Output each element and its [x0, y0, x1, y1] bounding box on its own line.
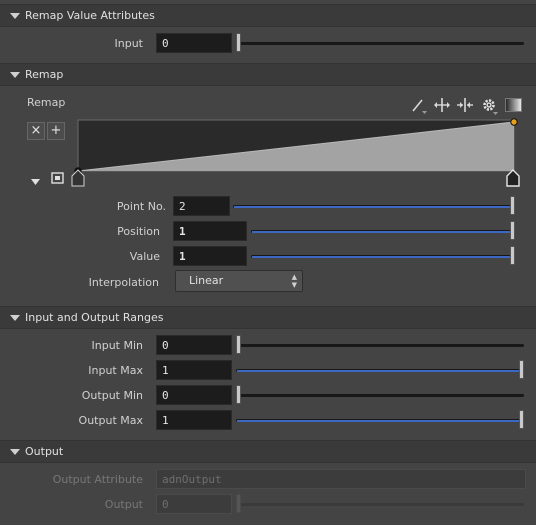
value-field[interactable]: 1 — [173, 246, 247, 266]
output-attribute-label: Output Attribute — [52, 473, 143, 486]
collapse-triangle-icon[interactable] — [10, 449, 20, 455]
input-min-slider[interactable] — [236, 344, 524, 347]
output-field: 0 — [156, 494, 232, 514]
input-min-field[interactable]: 0 — [156, 335, 232, 355]
position-label: Position — [117, 225, 160, 238]
point-no-field[interactable]: 2 — [173, 196, 230, 216]
interpolation-label: Interpolation — [88, 276, 159, 289]
split-icon[interactable] — [456, 97, 474, 116]
collapse-triangle-icon[interactable] — [10, 13, 20, 19]
section-title: Remap Value Attributes — [25, 9, 155, 22]
output-max-field[interactable]: 1 — [156, 410, 232, 430]
position-slider-fill — [252, 230, 511, 233]
ramp-point-end[interactable] — [510, 118, 518, 126]
ramp-key-marker-end[interactable] — [506, 169, 520, 187]
section-header-output[interactable]: Output — [0, 440, 536, 463]
ramp-label: Remap — [27, 96, 66, 109]
output-max-slider-handle[interactable] — [519, 410, 524, 429]
interpolation-dropdown[interactable]: Linear ▲ ▼ — [175, 270, 303, 292]
delete-point-button[interactable]: × — [27, 122, 45, 140]
output-min-slider[interactable] — [236, 394, 524, 397]
input-max-slider-handle[interactable] — [519, 360, 524, 379]
output-max-slider-fill — [237, 419, 520, 422]
section-header-remap-value-attributes[interactable]: Remap Value Attributes — [0, 4, 536, 27]
output-max-label: Output Max — [78, 414, 143, 427]
input-max-slider-fill — [237, 369, 520, 372]
point-no-label: Point No. — [116, 200, 166, 213]
value-slider-handle[interactable] — [510, 246, 515, 265]
input-slider-handle[interactable] — [236, 33, 241, 52]
input-slider[interactable] — [236, 42, 524, 45]
output-min-field[interactable]: 0 — [156, 385, 232, 405]
gradient-icon[interactable] — [505, 98, 522, 115]
value-label: Value — [129, 250, 160, 263]
section-header-input-output-ranges[interactable]: Input and Output Ranges — [0, 306, 536, 329]
output-slider-handle — [236, 494, 241, 513]
add-point-button[interactable]: + — [47, 122, 65, 140]
value-slider-fill — [252, 255, 511, 258]
interpolation-selected-value: Linear — [189, 274, 224, 287]
expand-triangle-icon[interactable] — [31, 175, 40, 188]
output-min-slider-handle[interactable] — [236, 385, 241, 404]
close-icon: × — [30, 123, 42, 138]
input-field[interactable]: 0 — [156, 33, 232, 53]
pencil-icon[interactable] — [411, 97, 429, 118]
plus-icon: + — [50, 123, 62, 138]
collapse-triangle-icon[interactable] — [10, 315, 20, 321]
point-no-slider-handle[interactable] — [510, 196, 515, 215]
output-label: Output — [104, 498, 143, 511]
collapse-triangle-icon[interactable] — [10, 72, 20, 78]
section-title: Remap — [25, 68, 64, 81]
point-no-slider-fill — [234, 205, 511, 208]
position-field[interactable]: 1 — [173, 221, 247, 241]
input-min-slider-handle[interactable] — [236, 335, 241, 354]
ramp-key-marker-start[interactable] — [71, 169, 85, 187]
section-header-remap[interactable]: Remap — [0, 63, 536, 86]
ramp-curve-editor[interactable] — [70, 116, 524, 190]
input-max-label: Input Max — [88, 364, 143, 377]
up-down-arrows-icon: ▲ ▼ — [291, 273, 297, 289]
frame-all-icon[interactable] — [51, 172, 64, 187]
input-min-label: Input Min — [91, 339, 144, 352]
input-max-field[interactable]: 1 — [156, 360, 232, 380]
section-title: Input and Output Ranges — [25, 311, 164, 324]
output-min-label: Output Min — [81, 389, 143, 402]
section-title: Output — [25, 445, 64, 458]
position-slider-handle[interactable] — [510, 221, 515, 240]
input-label: Input — [114, 37, 143, 50]
move-horizontal-icon[interactable] — [433, 97, 451, 116]
output-slider — [236, 503, 524, 506]
output-attribute-field: adnOutput — [156, 469, 526, 489]
